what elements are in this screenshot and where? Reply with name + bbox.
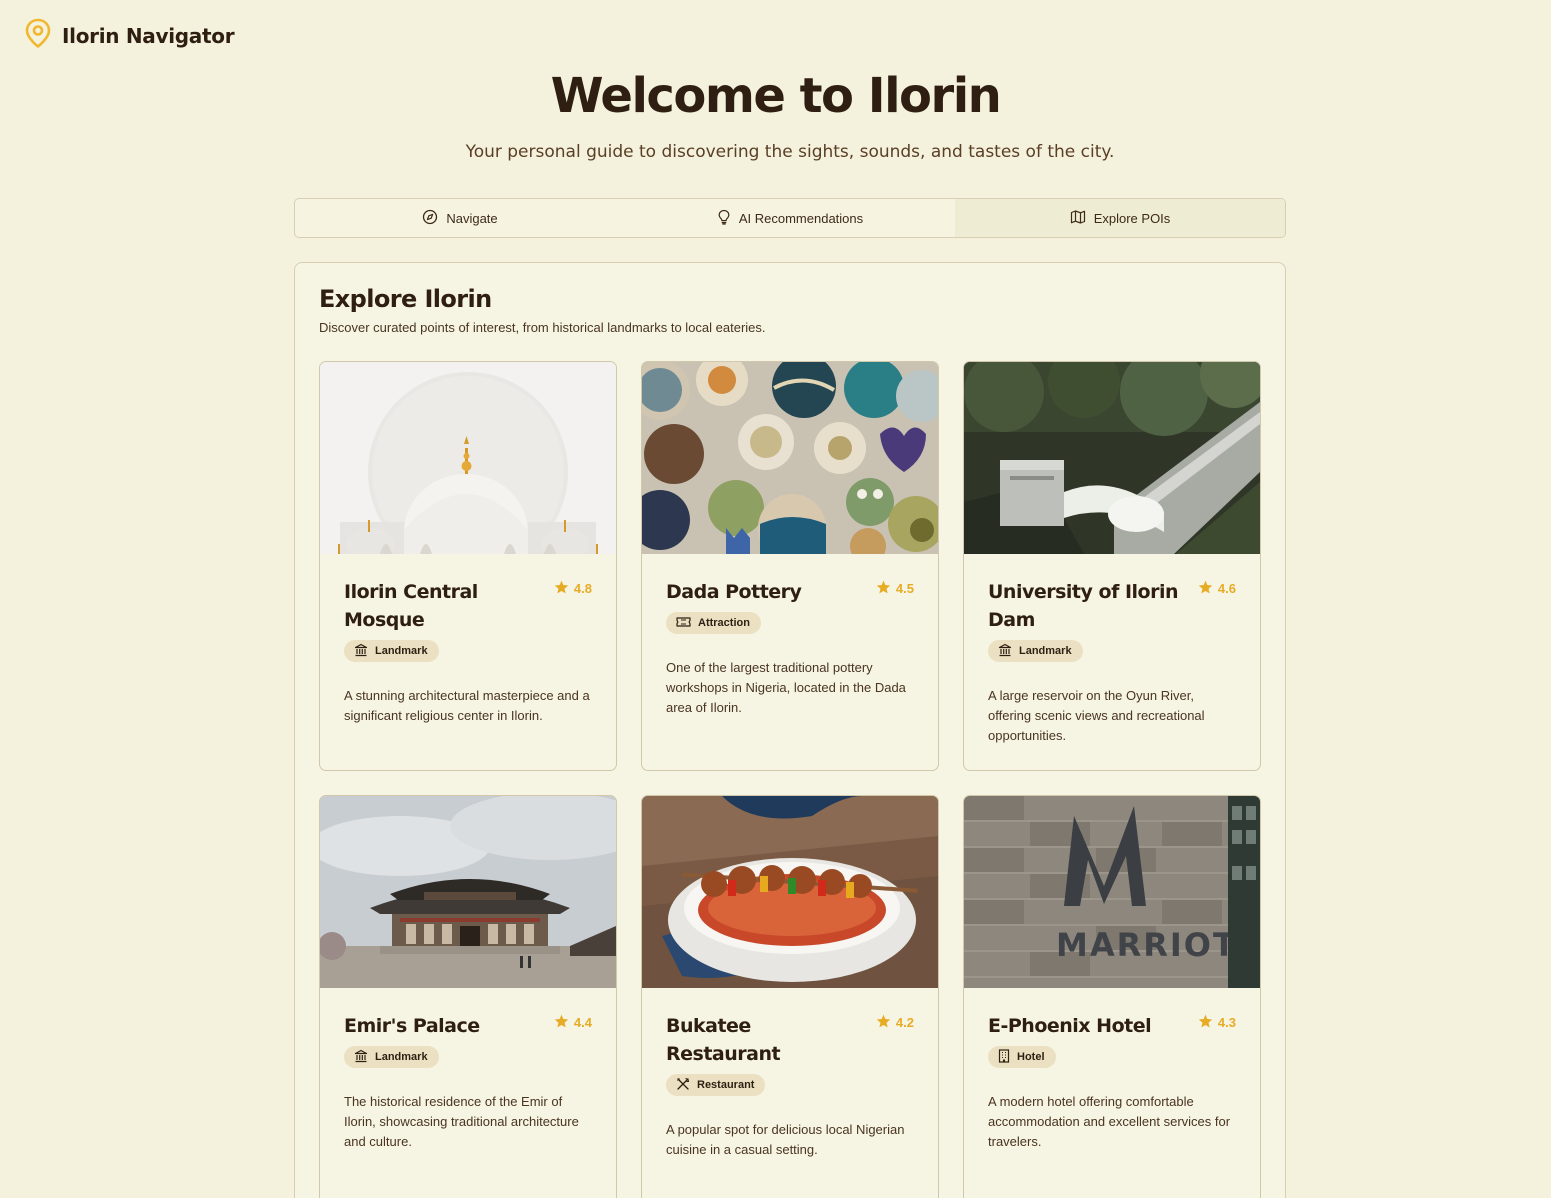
- compass-icon: [422, 209, 438, 228]
- poi-card-e-phoenix-hotel[interactable]: MARRIOTT E-Phoenix Hotel 4.3 Hotel A mod…: [963, 795, 1261, 1198]
- main-tabs: Navigate AI Recommendations Explore POIs: [294, 198, 1286, 238]
- poi-name: Ilorin Central Mosque: [344, 581, 478, 631]
- poi-name: E-Phoenix Hotel: [988, 1015, 1152, 1037]
- section-subtitle: Discover curated points of interest, fro…: [319, 320, 766, 335]
- poi-description: The historical residence of the Emir of …: [344, 1094, 579, 1149]
- category-label: Attraction: [698, 617, 750, 629]
- rating-value: 4.3: [1217, 1015, 1236, 1030]
- tab-explore-pois[interactable]: Explore POIs: [955, 199, 1285, 237]
- poi-description: A popular spot for delicious local Niger…: [666, 1122, 905, 1157]
- tab-navigate-label: Navigate: [446, 210, 498, 226]
- category-badge: Attraction: [666, 612, 761, 634]
- star-icon: [876, 580, 891, 597]
- explore-panel: Explore Ilorin Discover curated points o…: [294, 262, 1286, 1198]
- category-badge: Landmark: [344, 640, 439, 662]
- star-icon: [1198, 580, 1213, 597]
- category-label: Hotel: [1017, 1051, 1045, 1063]
- poi-card-bukatee-restaurant[interactable]: Bukatee Restaurant 4.2 Restaurant A popu…: [641, 795, 939, 1198]
- category-label: Restaurant: [697, 1079, 755, 1091]
- pottery-photo: [642, 362, 938, 554]
- app-title: Ilorin Navigator: [62, 23, 235, 48]
- rating-value: 4.6: [1217, 581, 1236, 596]
- section-title: Explore Ilorin: [319, 285, 492, 313]
- category-badge: Restaurant: [666, 1074, 766, 1096]
- category-badge: Hotel: [988, 1046, 1056, 1068]
- landmark-icon: [354, 643, 368, 660]
- map-icon: [1070, 209, 1086, 228]
- ticket-icon: [676, 616, 691, 631]
- star-icon: [554, 1014, 569, 1031]
- poi-description: One of the largest traditional pottery w…: [666, 660, 906, 715]
- palace-photo: [320, 796, 616, 988]
- rating-value: 4.2: [895, 1015, 914, 1030]
- poi-rating: 4.6: [1198, 580, 1236, 597]
- poi-description: A modern hotel offering comfortable acco…: [988, 1094, 1231, 1149]
- category-badge: Landmark: [988, 640, 1083, 662]
- poi-description: A large reservoir on the Oyun River, off…: [988, 688, 1205, 743]
- category-label: Landmark: [1019, 645, 1072, 657]
- star-icon: [554, 580, 569, 597]
- app-brand[interactable]: Ilorin Navigator: [24, 18, 235, 53]
- map-pin-icon: [24, 18, 52, 53]
- poi-description: A stunning architectural masterpiece and…: [344, 688, 590, 723]
- hotel-photo: MARRIOTT: [964, 796, 1260, 988]
- rating-value: 4.4: [573, 1015, 592, 1030]
- tab-ai-recommendations[interactable]: AI Recommendations: [625, 199, 955, 237]
- tab-navigate[interactable]: Navigate: [295, 199, 625, 237]
- landmark-icon: [998, 643, 1012, 660]
- dam-photo: [964, 362, 1260, 554]
- page-title: Welcome to Ilorin: [550, 68, 1002, 124]
- tab-explore-pois-label: Explore POIs: [1093, 210, 1171, 226]
- poi-rating: 4.2: [876, 1014, 914, 1031]
- poi-rating: 4.3: [1198, 1014, 1236, 1031]
- rating-value: 4.8: [573, 581, 592, 596]
- landmark-icon: [354, 1049, 368, 1066]
- star-icon: [1198, 1014, 1213, 1031]
- food-photo: [642, 796, 938, 988]
- category-badge: Landmark: [344, 1046, 439, 1068]
- poi-rating: 4.5: [876, 580, 914, 597]
- poi-name: Emir's Palace: [344, 1015, 480, 1037]
- rating-value: 4.5: [895, 581, 914, 596]
- star-icon: [876, 1014, 891, 1031]
- poi-card-university-of-ilorin-dam[interactable]: University of Ilorin Dam 4.6 Landmark A …: [963, 361, 1261, 771]
- poi-name: University of Ilorin Dam: [988, 581, 1179, 631]
- poi-rating: 4.8: [554, 580, 592, 597]
- building-icon: [998, 1048, 1010, 1066]
- tab-ai-recommendations-label: AI Recommendations: [738, 210, 864, 226]
- lightbulb-icon: [717, 209, 731, 228]
- poi-name: Bukatee Restaurant: [666, 1015, 781, 1065]
- category-label: Landmark: [375, 645, 428, 657]
- poi-card-emirs-palace[interactable]: Emir's Palace 4.4 Landmark The historica…: [319, 795, 617, 1198]
- utensils-icon: [676, 1077, 690, 1094]
- page-subtitle: Your personal guide to discovering the s…: [465, 142, 1115, 162]
- poi-rating: 4.4: [554, 1014, 592, 1031]
- poi-card-dada-pottery[interactable]: Dada Pottery 4.5 Attraction One of the l…: [641, 361, 939, 771]
- mosque-photo: [320, 362, 616, 554]
- poi-card-ilorin-central-mosque[interactable]: Ilorin Central Mosque 4.8 Landmark A stu…: [319, 361, 617, 771]
- category-label: Landmark: [375, 1051, 428, 1063]
- poi-name: Dada Pottery: [666, 581, 802, 603]
